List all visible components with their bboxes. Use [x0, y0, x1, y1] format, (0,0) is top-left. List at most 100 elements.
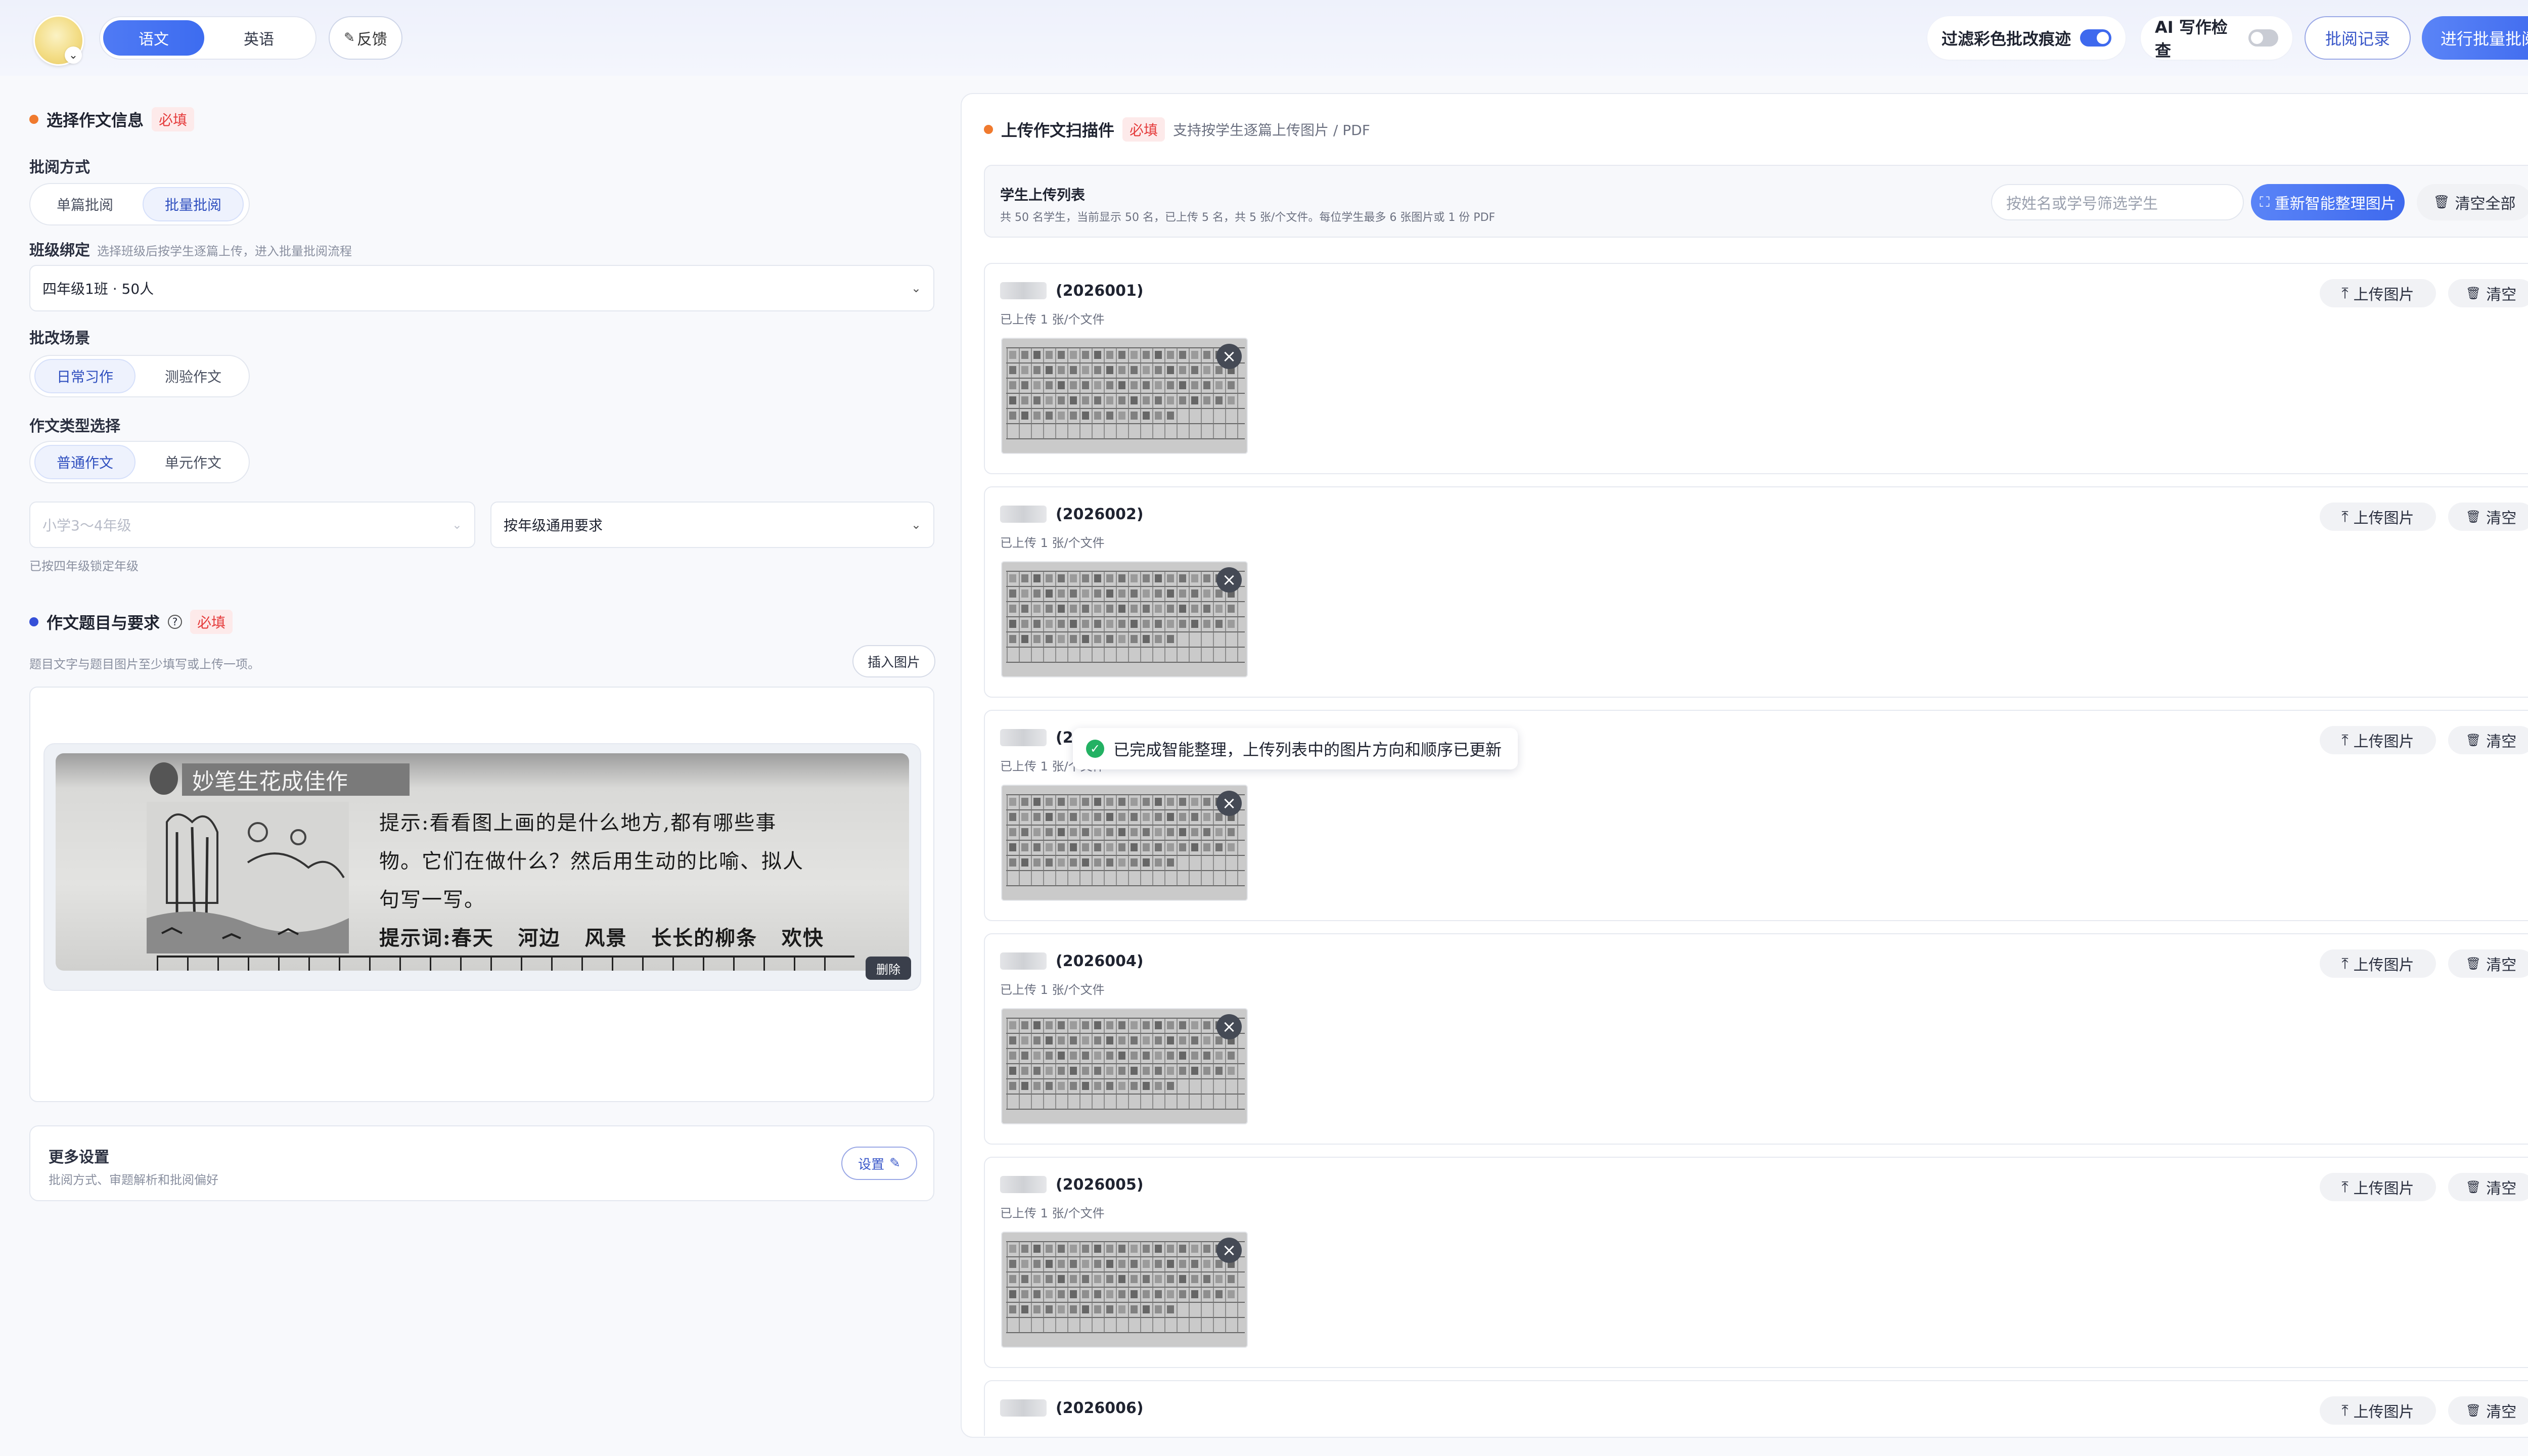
trash-icon: 🗑: [2465, 733, 2481, 747]
chip-daily-writing[interactable]: 日常习作: [34, 359, 136, 393]
remove-image-icon[interactable]: ×: [1216, 791, 1242, 816]
clear-all-button[interactable]: 🗑 清空全部: [2417, 184, 2528, 220]
student-upload-status: 已上传 1 张/个文件: [1000, 312, 1105, 327]
chip-test-essay[interactable]: 测验作文: [143, 359, 244, 393]
remove-image-icon[interactable]: ×: [1216, 567, 1242, 593]
upload-icon: ⤒: [2341, 731, 2349, 749]
essay-scan-image: [1002, 339, 1247, 453]
clear-label: 清空: [2486, 1403, 2517, 1421]
batch-review-button[interactable]: 进行批量批阅: [2422, 16, 2528, 60]
upload-icon: ⤒: [2341, 1401, 2349, 1420]
filter-marks-switch[interactable]: [2080, 29, 2111, 47]
student-name-blurred: [1000, 506, 1047, 523]
section-prompt: 作文题目与要求 ? 必填: [29, 610, 233, 634]
essay-thumbnail[interactable]: [1001, 561, 1248, 677]
clear-button[interactable]: 🗑 清空: [2448, 1396, 2528, 1425]
prompt-image: 妙笔生花成佳作 提示:看看图上画的是什么地方,都有哪些事 物。它们在做什么？然后…: [56, 753, 909, 971]
delete-image-button[interactable]: 删除: [866, 957, 911, 980]
feedback-button[interactable]: ✎ 反馈: [329, 16, 402, 60]
clear-label: 清空: [2486, 286, 2517, 304]
student-card: (2026005) 已上传 1 张/个文件 ⤒ 上传图片 🗑 清空 ×: [984, 1157, 2528, 1368]
review-mode-label: 批阅方式: [29, 159, 90, 176]
remove-image-icon[interactable]: ×: [1216, 1238, 1242, 1263]
tab-english[interactable]: 英语: [208, 20, 309, 56]
class-select[interactable]: 四年级1班 · 50人 ⌄: [29, 265, 934, 311]
upload-image-button[interactable]: ⤒ 上传图片: [2320, 726, 2436, 754]
tab-chinese[interactable]: 语文: [103, 20, 204, 56]
clear-button[interactable]: 🗑 清空: [2448, 279, 2528, 307]
clear-button[interactable]: 🗑 清空: [2448, 503, 2528, 531]
settings-button[interactable]: 设置 ✎: [841, 1147, 917, 1180]
upload-icon: ⤒: [2341, 1178, 2349, 1196]
student-name-blurred: [1000, 952, 1047, 970]
list-desc: 共 50 名学生，当前显示 50 名，已上传 5 名，共 5 张/个文件。每位学…: [1000, 211, 1496, 224]
upload-image-button[interactable]: ⤒ 上传图片: [2320, 279, 2436, 307]
essay-thumbnail[interactable]: [1001, 785, 1248, 901]
upload-image-button[interactable]: ⤒ 上传图片: [2320, 1173, 2436, 1201]
upload-icon: ⤒: [2341, 508, 2349, 526]
upload-image-button[interactable]: ⤒ 上传图片: [2320, 1396, 2436, 1425]
prompt-text: 提示:看看图上画的是什么地方,都有哪些事 物。它们在做什么？然后用生动的比喻、拟…: [379, 804, 824, 958]
requirement-select[interactable]: 按年级通用要求 ⌄: [490, 502, 934, 548]
chip-normal-essay[interactable]: 普通作文: [34, 445, 136, 479]
required-tag: 必填: [190, 610, 233, 634]
more-settings-desc: 批阅方式、审题解析和批阅偏好: [49, 1173, 218, 1187]
chip-unit-essay[interactable]: 单元作文: [143, 445, 244, 479]
smart-arrange-label: 重新智能整理图片: [2274, 195, 2396, 213]
trash-icon: 🗑: [2465, 510, 2481, 524]
upload-label: 上传图片: [2353, 1180, 2414, 1198]
type-label: 作文类型选择: [29, 418, 120, 435]
feedback-label: 反馈: [356, 31, 387, 49]
section-dot: [29, 617, 38, 626]
grade-select[interactable]: 小学3～4年级 ⌄: [29, 502, 475, 548]
chevron-down-icon[interactable]: ⌄: [65, 47, 82, 64]
clear-button[interactable]: 🗑 清空: [2448, 949, 2528, 978]
clear-label: 清空: [2486, 733, 2517, 751]
remove-image-icon[interactable]: ×: [1216, 1014, 1242, 1039]
student-card: (2026002) 已上传 1 张/个文件 ⤒ 上传图片 🗑 清空 ×: [984, 486, 2528, 698]
section-essay-info: 选择作文信息 必填: [29, 107, 195, 131]
review-history-button[interactable]: 批阅记录: [2305, 16, 2411, 60]
smart-arrange-button[interactable]: ⛶ 重新智能整理图片: [2251, 184, 2405, 220]
trash-icon: 🗑: [2465, 1403, 2481, 1418]
section-subtitle: 支持按学生逐篇上传图片 / PDF: [1173, 122, 1370, 139]
essay-scan-image: [1002, 1009, 1247, 1123]
chip-batch-review[interactable]: 批量批阅: [143, 187, 244, 221]
class-binding-row: 班级绑定 选择班级后按学生逐篇上传，进入批量批阅流程: [29, 238, 352, 260]
class-label: 班级绑定: [29, 242, 90, 259]
insert-image-button[interactable]: 插入图片: [852, 645, 935, 677]
upload-image-button[interactable]: ⤒ 上传图片: [2320, 949, 2436, 978]
essay-thumbnail[interactable]: [1001, 1232, 1248, 1348]
more-settings-card: 更多设置 批阅方式、审题解析和批阅偏好: [29, 1125, 934, 1201]
student-name-blurred: [1000, 1399, 1047, 1417]
essay-thumbnail[interactable]: [1001, 338, 1248, 454]
student-upload-status: 已上传 1 张/个文件: [1000, 1206, 1105, 1220]
upload-label: 上传图片: [2353, 510, 2414, 527]
prompt-line: 句写一写。: [379, 888, 485, 912]
student-search-input[interactable]: 按姓名或学号筛选学生: [1991, 184, 2244, 220]
ai-check-switch[interactable]: [2248, 29, 2278, 47]
prompt-line: 提示:看看图上画的是什么地方,都有哪些事: [379, 811, 777, 835]
trash-icon: 🗑: [2465, 957, 2481, 971]
section-title: 作文题目与要求: [47, 613, 160, 632]
clear-button[interactable]: 🗑 清空: [2448, 726, 2528, 754]
prompt-line: 提示词:春天 河边 风景 长长的柳条 欢快: [379, 926, 824, 950]
clear-label: 清空: [2486, 1180, 2517, 1198]
help-icon[interactable]: ?: [168, 615, 183, 629]
clear-button[interactable]: 🗑 清空: [2448, 1173, 2528, 1201]
spring-river-illustration: [147, 802, 349, 953]
student-card: (2026001) 已上传 1 张/个文件 ⤒ 上传图片 🗑 清空 ×: [984, 263, 2528, 474]
clear-label: 清空: [2486, 510, 2517, 527]
remove-image-icon[interactable]: ×: [1216, 344, 1242, 369]
essay-thumbnail[interactable]: [1001, 1008, 1248, 1124]
grade-locked-hint: 已按四年级锁定年级: [29, 559, 139, 573]
writing-grid: [157, 956, 854, 971]
clear-all-label: 清空全部: [2455, 195, 2516, 213]
upload-icon: ⤒: [2341, 954, 2349, 973]
chip-single-review[interactable]: 单篇批阅: [34, 187, 136, 221]
review-mode-group: 单篇批阅 批量批阅: [29, 183, 250, 225]
student-upload-status: 已上传 1 张/个文件: [1000, 536, 1105, 550]
student-id: (2026006): [1056, 1399, 1144, 1417]
upload-image-button[interactable]: ⤒ 上传图片: [2320, 503, 2436, 531]
chevron-down-icon: ⌄: [452, 518, 462, 532]
